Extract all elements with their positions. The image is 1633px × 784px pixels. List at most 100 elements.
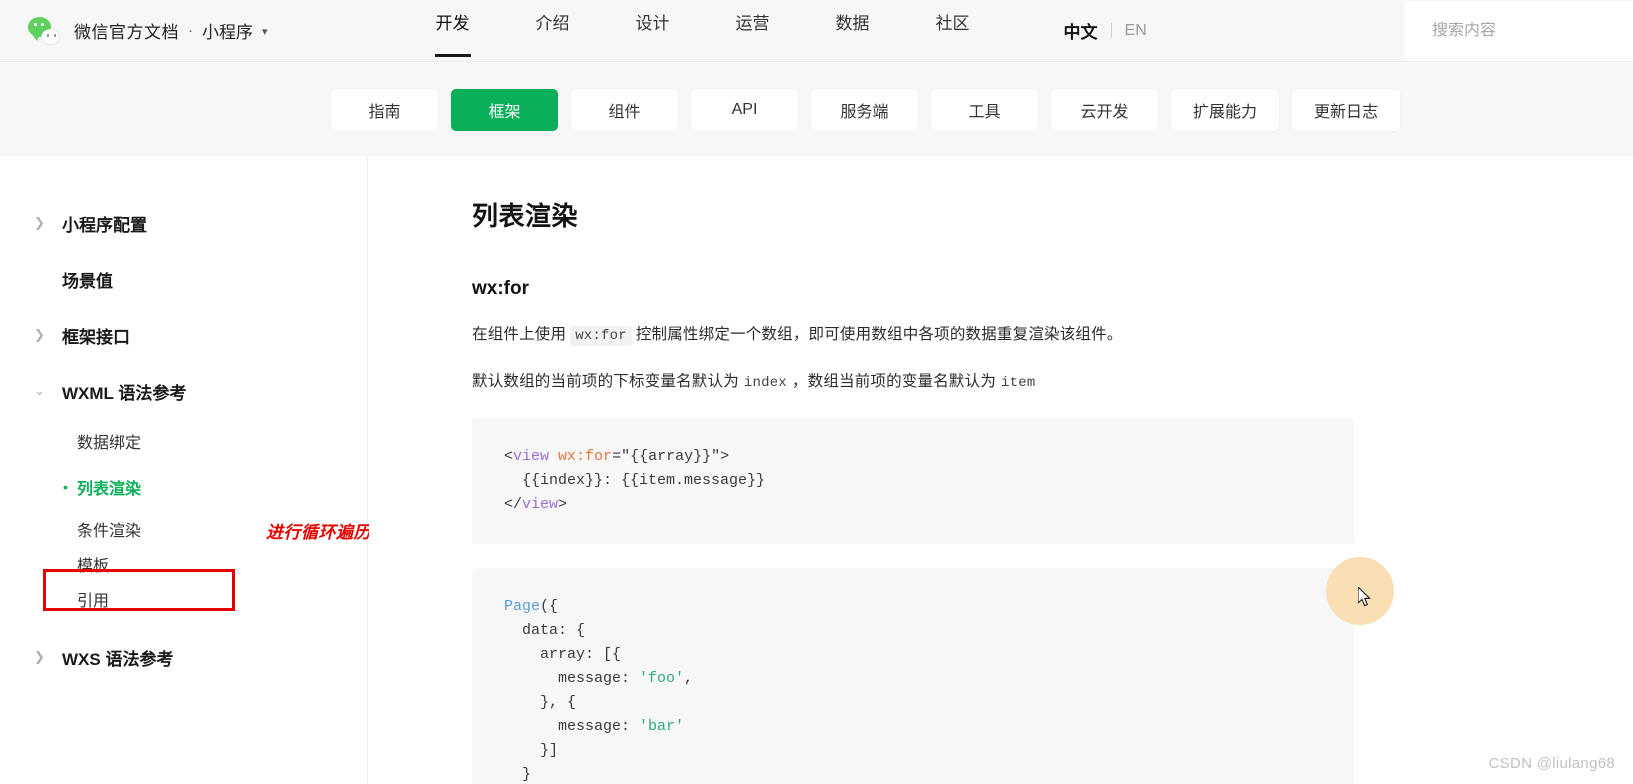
para2-text-a: 默认数组的当前项的下标变量名默认为 bbox=[472, 373, 739, 390]
code-token: }] bbox=[504, 742, 559, 759]
inline-code-item: item bbox=[1001, 375, 1036, 391]
sidebar-item-scene-value[interactable]: ❯ 场景值 bbox=[0, 256, 367, 302]
brand-title: 微信官方文档 bbox=[74, 23, 179, 42]
code-block-js[interactable]: Page({ data: { array: [{ message: 'foo',… bbox=[472, 568, 1354, 784]
nav-label: 开发 bbox=[435, 14, 470, 33]
search-input[interactable] bbox=[1404, 22, 1633, 40]
sidebar-label: 框架接口 bbox=[62, 327, 130, 347]
tab-cloud[interactable]: 云开发 bbox=[1051, 88, 1158, 131]
nav-item-intro[interactable]: 介绍 bbox=[536, 0, 570, 62]
page-title: 列表渲染 bbox=[472, 201, 579, 231]
tab-label: 工具 bbox=[968, 103, 1001, 121]
code-token: > bbox=[720, 448, 730, 465]
page-root: 微信官方文档 · 小程序 ▾ 开发 介绍 设计 运营 数据 社区 中文 EN 指… bbox=[0, 0, 1633, 784]
section-tabs: 指南 框架 组件 API 服务端 工具 云开发 扩展能力 更新日志 bbox=[0, 63, 1633, 156]
sidebar-label: 场景值 bbox=[62, 271, 113, 291]
code-token: < bbox=[504, 448, 514, 465]
code-token: message: bbox=[504, 670, 640, 687]
language-switcher: 中文 EN bbox=[1064, 18, 1147, 43]
sidebar-item-wxml-syntax[interactable]: ⌄ WXML 语法参考 bbox=[0, 368, 367, 414]
code-token: "{{array}}" bbox=[621, 448, 721, 465]
tab-label: API bbox=[731, 100, 758, 118]
code-token: view bbox=[513, 448, 550, 465]
code-token: array: [{ bbox=[504, 646, 622, 663]
sidebar-label: 模板 bbox=[77, 558, 110, 575]
nav-item-design[interactable]: 设计 bbox=[636, 0, 670, 62]
sidebar-item-list-rendering[interactable]: • 列表渲染 bbox=[0, 470, 367, 504]
body-area: ❯ 小程序配置 ❯ 场景值 ❯ 框架接口 ⌄ WXML 语法参考 • 数据绑定 bbox=[0, 156, 1633, 784]
chevron-down-icon: ⌄ bbox=[34, 383, 45, 398]
chevron-right-icon: ❯ bbox=[34, 327, 45, 342]
code-token: message: bbox=[504, 718, 640, 735]
inline-code-index: index bbox=[743, 375, 787, 391]
chevron-down-icon[interactable]: ▾ bbox=[262, 25, 268, 38]
code-token: data: { bbox=[504, 622, 586, 639]
code-block-wxml[interactable]: <view wx:for="{{array}}"> {{index}}: {{i… bbox=[472, 418, 1354, 544]
code-token: > bbox=[558, 496, 568, 513]
para1-text-b: 控制属性绑定一个数组，即可使用数组中各项的数据重复渲染该组件。 bbox=[635, 326, 1123, 343]
paragraph-1: 在组件上使用 wx:for 控制属性绑定一个数组，即可使用数组中各项的数据重复渲染该… bbox=[472, 323, 1633, 347]
search-box[interactable] bbox=[1404, 1, 1633, 61]
code-token: 'bar' bbox=[639, 718, 685, 735]
paragraph-2: 默认数组的当前项的下标变量名默认为 index ，数组当前项的变量名默认为 item bbox=[472, 370, 1633, 394]
document: 列表渲染 wx:for 在组件上使用 wx:for 控制属性绑定一个数组，即可使用数… bbox=[369, 156, 1633, 784]
brand-subtitle: 小程序 bbox=[202, 23, 253, 42]
tab-components[interactable]: 组件 bbox=[571, 88, 678, 131]
tab-label: 框架 bbox=[488, 103, 521, 121]
code-content-wxml: <view wx:for="{{array}}"> {{index}}: {{i… bbox=[504, 445, 1354, 517]
tab-label: 更新日志 bbox=[1314, 103, 1379, 121]
nav-item-operation[interactable]: 运营 bbox=[736, 0, 770, 62]
tab-label: 服务端 bbox=[840, 103, 889, 121]
tab-label: 云开发 bbox=[1080, 103, 1129, 121]
tab-label: 指南 bbox=[368, 103, 401, 121]
nav-label: 社区 bbox=[935, 14, 970, 33]
code-token: 'foo' bbox=[639, 670, 685, 687]
sidebar-item-data-binding[interactable]: • 数据绑定 bbox=[0, 424, 367, 458]
lang-option-cn[interactable]: 中文 bbox=[1064, 18, 1098, 43]
tab-extensions[interactable]: 扩展能力 bbox=[1171, 88, 1280, 131]
brand-separator: · bbox=[188, 22, 193, 39]
sidebar-label: 引用 bbox=[77, 593, 110, 610]
wechat-logo-icon bbox=[28, 16, 60, 45]
code-token: , bbox=[684, 670, 694, 687]
section-heading-wxfor: wx:for bbox=[472, 278, 529, 299]
nav-label: 介绍 bbox=[535, 14, 570, 33]
nav-label: 数据 bbox=[835, 14, 870, 33]
tab-guide[interactable]: 指南 bbox=[331, 88, 438, 131]
annotation-text: 进行循环遍历 bbox=[266, 523, 371, 542]
nav-label: 设计 bbox=[635, 14, 670, 33]
nav-item-develop[interactable]: 开发 bbox=[436, 0, 470, 62]
top-header: 微信官方文档 · 小程序 ▾ 开发 介绍 设计 运营 数据 社区 中文 EN bbox=[0, 0, 1633, 62]
sidebar-label: WXS 语法参考 bbox=[62, 649, 174, 669]
sidebar-item-app-config[interactable]: ❯ 小程序配置 bbox=[0, 200, 367, 246]
chevron-right-icon: ❯ bbox=[34, 215, 45, 230]
tab-server[interactable]: 服务端 bbox=[811, 88, 918, 131]
code-token: = bbox=[612, 448, 622, 465]
sidebar-label: 列表渲染 bbox=[77, 481, 142, 498]
tab-label: 组件 bbox=[608, 103, 641, 121]
mouse-pointer-icon bbox=[1358, 587, 1371, 607]
sidebar: ❯ 小程序配置 ❯ 场景值 ❯ 框架接口 ⌄ WXML 语法参考 • 数据绑定 bbox=[0, 156, 371, 784]
para1-text-a: 在组件上使用 bbox=[472, 326, 567, 343]
brand-block[interactable]: 微信官方文档 · 小程序 ▾ bbox=[28, 0, 268, 62]
code-content-js: Page({ data: { array: [{ message: 'foo',… bbox=[504, 595, 1354, 784]
tab-changelog[interactable]: 更新日志 bbox=[1292, 88, 1401, 131]
code-token: Page bbox=[504, 598, 541, 615]
tab-framework[interactable]: 框架 bbox=[451, 88, 558, 131]
nav-label: 运营 bbox=[735, 14, 770, 33]
tab-tools[interactable]: 工具 bbox=[931, 88, 1038, 131]
inline-code-wxfor: wx:for bbox=[570, 326, 632, 346]
watermark: CSDN @liulang68 bbox=[1488, 755, 1615, 772]
tab-label: 扩展能力 bbox=[1193, 103, 1258, 121]
sidebar-item-reference[interactable]: • 引用 bbox=[0, 582, 367, 616]
tab-api[interactable]: API bbox=[691, 88, 798, 131]
sidebar-item-framework-api[interactable]: ❯ 框架接口 bbox=[0, 312, 367, 358]
lang-option-en[interactable]: EN bbox=[1125, 22, 1147, 40]
nav-item-data[interactable]: 数据 bbox=[836, 0, 870, 62]
sidebar-label: 条件渲染 bbox=[77, 523, 142, 540]
code-token: } bbox=[504, 766, 532, 783]
sidebar-item-template[interactable]: • 模板 bbox=[0, 547, 367, 581]
nav-item-community[interactable]: 社区 bbox=[936, 0, 970, 62]
sidebar-item-wxs-syntax[interactable]: ❯ WXS 语法参考 bbox=[0, 634, 367, 680]
